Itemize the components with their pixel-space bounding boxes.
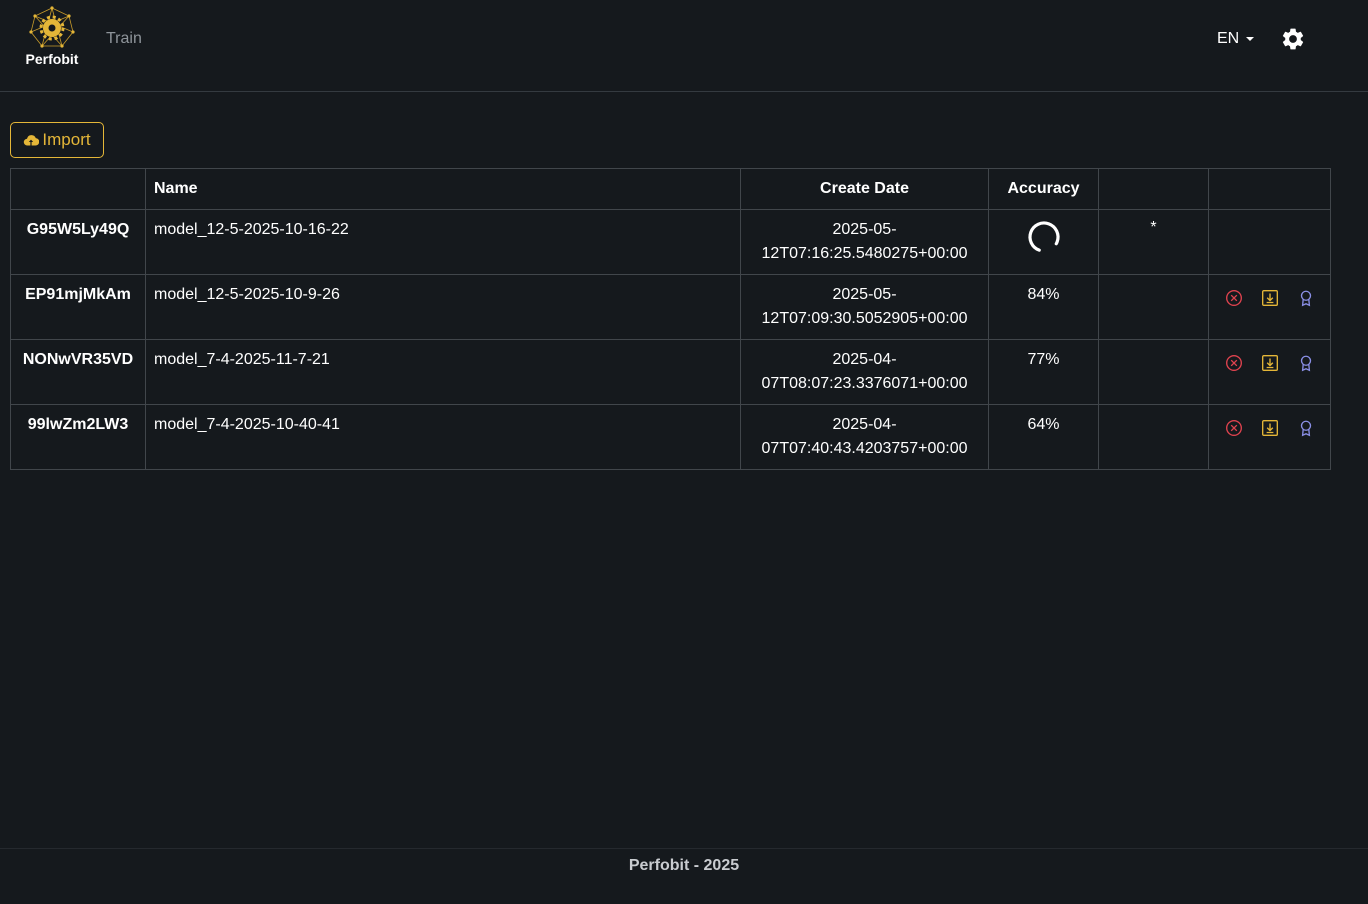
- models-table: Name Create Date Accuracy G95W5Ly49Q mod…: [10, 168, 1331, 470]
- create-date-line1: 2025-04-: [832, 416, 897, 433]
- actions-cell: [1208, 404, 1331, 470]
- current-model-marker: [1098, 404, 1209, 470]
- model-name: model_7-4-2025-10-40-41: [145, 404, 741, 470]
- gear-icon[interactable]: [1280, 26, 1306, 52]
- accuracy-cell: [988, 209, 1099, 275]
- create-date: 2025-05- 12T07:09:30.5052905+00:00: [740, 274, 989, 340]
- language-dropdown[interactable]: EN: [1217, 30, 1255, 48]
- create-date: 2025-05- 12T07:16:25.5480275+00:00: [740, 209, 989, 275]
- create-date-line2: 12T07:16:25.5480275+00:00: [761, 245, 968, 262]
- create-date-line2: 12T07:09:30.5052905+00:00: [761, 310, 968, 327]
- import-button[interactable]: Import: [10, 122, 104, 158]
- x-circle-icon[interactable]: [1225, 354, 1243, 372]
- x-circle-icon[interactable]: [1225, 289, 1243, 307]
- table-row[interactable]: 99lwZm2LW3 model_7-4-2025-10-40-41 2025-…: [10, 404, 1331, 470]
- page: Perfobit Train EN Import Name Create Dat…: [0, 0, 1368, 904]
- model-name: model_12-5-2025-10-9-26: [145, 274, 741, 340]
- x-circle-icon[interactable]: [1225, 419, 1243, 437]
- table-row[interactable]: NONwVR35VD model_7-4-2025-11-7-21 2025-0…: [10, 339, 1331, 405]
- accuracy-value: 84%: [988, 274, 1099, 340]
- brand-logo-link[interactable]: Perfobit: [18, 6, 86, 70]
- model-id: NONwVR35VD: [10, 339, 146, 405]
- loading-spinner: [989, 218, 1098, 254]
- create-date-line2: 07T07:40:43.4203757+00:00: [761, 440, 968, 457]
- model-id: G95W5Ly49Q: [10, 209, 146, 275]
- download-box-icon[interactable]: [1261, 289, 1279, 307]
- actions-cell: [1208, 274, 1331, 340]
- table-row[interactable]: EP91mjMkAm model_12-5-2025-10-9-26 2025-…: [10, 274, 1331, 340]
- table-header-row: Name Create Date Accuracy: [10, 168, 1331, 210]
- footer-copyright: Perfobit - 2025: [628, 857, 740, 874]
- column-header-status: [1098, 168, 1209, 210]
- column-header-id: [10, 168, 146, 210]
- caret-down-icon: [1246, 37, 1255, 41]
- award-icon[interactable]: [1297, 289, 1315, 307]
- create-date: 2025-04- 07T08:07:23.3376071+00:00: [740, 339, 989, 405]
- footer: Perfobit - 2025: [0, 848, 1368, 904]
- top-navbar: Perfobit Train EN: [0, 0, 1368, 92]
- model-name: model_12-5-2025-10-16-22: [145, 209, 741, 275]
- model-id: EP91mjMkAm: [10, 274, 146, 340]
- current-model-marker: [1098, 274, 1209, 340]
- column-header-name: Name: [145, 168, 741, 210]
- download-box-icon[interactable]: [1261, 354, 1279, 372]
- brand-name: Perfobit: [25, 51, 79, 67]
- award-icon[interactable]: [1297, 419, 1315, 437]
- column-header-actions: [1208, 168, 1331, 210]
- accuracy-value: 64%: [988, 404, 1099, 470]
- model-name: model_7-4-2025-11-7-21: [145, 339, 741, 405]
- current-model-marker: [1098, 339, 1209, 405]
- accuracy-value: 77%: [988, 339, 1099, 405]
- actions-cell: [1208, 209, 1331, 275]
- actions-cell: [1208, 339, 1331, 405]
- column-header-create-date: Create Date: [740, 168, 989, 210]
- import-button-label: Import: [42, 130, 91, 149]
- spinner-icon: [1027, 221, 1060, 253]
- create-date-line1: 2025-05-: [832, 221, 897, 238]
- create-date-line2: 07T08:07:23.3376071+00:00: [761, 375, 968, 392]
- create-date: 2025-04- 07T07:40:43.4203757+00:00: [740, 404, 989, 470]
- nav-link-train[interactable]: Train: [106, 30, 142, 48]
- network-gear-logo-icon: [29, 6, 75, 48]
- create-date-line1: 2025-05-: [832, 286, 897, 303]
- column-header-accuracy: Accuracy: [988, 168, 1099, 210]
- create-date-line1: 2025-04-: [832, 351, 897, 368]
- award-icon[interactable]: [1297, 354, 1315, 372]
- model-id: 99lwZm2LW3: [10, 404, 146, 470]
- cloud-upload-icon: [24, 135, 40, 146]
- table-row[interactable]: G95W5Ly49Q model_12-5-2025-10-16-22 2025…: [10, 209, 1331, 275]
- current-model-marker: *: [1098, 209, 1209, 275]
- language-label: EN: [1217, 30, 1240, 47]
- download-box-icon[interactable]: [1261, 419, 1279, 437]
